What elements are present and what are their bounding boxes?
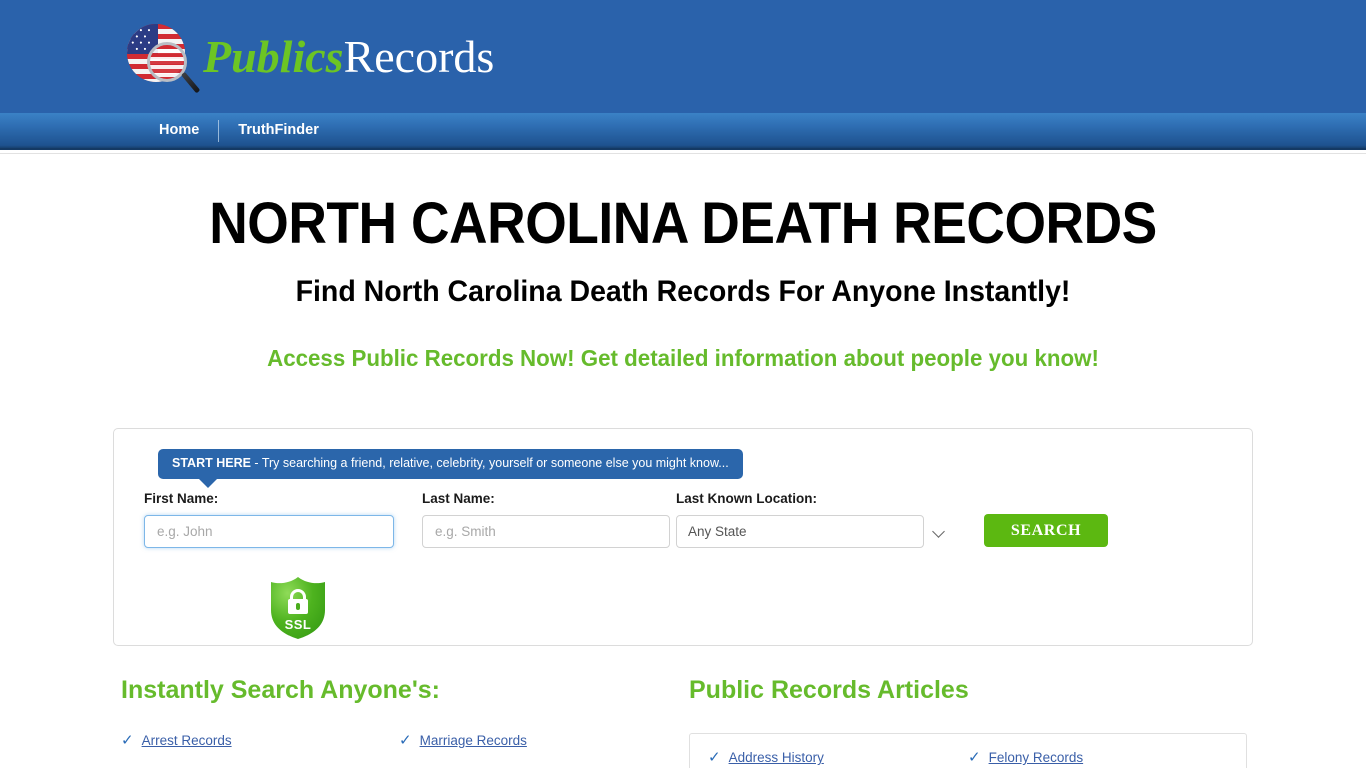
chevron-down-icon: [932, 525, 945, 538]
nav-item-home[interactable]: Home: [140, 123, 218, 138]
location-group: Last Known Location: Any State: [676, 491, 954, 548]
location-select[interactable]: Any State: [676, 515, 924, 548]
ssl-badge: SSL: [269, 577, 327, 639]
page-title: NORTH CAROLINA DEATH RECORDS: [209, 191, 1157, 256]
start-here-tooltip: START HERE - Try searching a friend, rel…: [158, 449, 743, 488]
bottom-columns: Instantly Search Anyone's: ✓ Arrest Reco…: [107, 676, 1259, 768]
nav-item-truthfinder[interactable]: TruthFinder: [219, 123, 338, 138]
articles-box: ✓ Address History ✓ Felony Records: [689, 733, 1247, 768]
instantly-search-column: Instantly Search Anyone's: ✓ Arrest Reco…: [107, 676, 677, 768]
check-icon: ✓: [121, 732, 134, 749]
articles-column: Public Records Articles ✓ Address Histor…: [677, 676, 1247, 768]
articles-heading: Public Records Articles: [689, 676, 969, 704]
logo-text-publics: Publics: [203, 31, 344, 82]
search-panel: START HERE - Try searching a friend, rel…: [113, 428, 1253, 646]
first-name-group: First Name:: [144, 491, 422, 548]
link-address-history[interactable]: Address History: [729, 750, 824, 765]
list-item[interactable]: ✓ Arrest Records: [121, 733, 399, 748]
articles-links: ✓ Address History ✓ Felony Records: [708, 750, 1228, 768]
instantly-search-heading: Instantly Search Anyone's:: [121, 676, 440, 704]
check-icon: ✓: [708, 749, 721, 766]
first-name-input[interactable]: [144, 515, 394, 548]
link-arrest-records[interactable]: Arrest Records: [142, 733, 232, 748]
last-name-label: Last Name:: [422, 491, 495, 506]
list-item[interactable]: ✓ Felony Records: [968, 750, 1228, 765]
lock-icon-body: [288, 599, 308, 614]
location-label: Last Known Location:: [676, 491, 817, 506]
search-button-group: SEARCH: [984, 514, 1108, 548]
main-navigation: Home TruthFinder: [0, 113, 1366, 150]
site-header: PublicsRecords: [0, 0, 1366, 113]
list-item[interactable]: ✓ Marriage Records: [399, 733, 677, 748]
page-tagline: Access Public Records Now! Get detailed …: [267, 345, 1099, 371]
us-flag-magnifier-icon: [125, 20, 201, 94]
list-item[interactable]: ✓ Address History: [708, 750, 968, 765]
logo-text: PublicsRecords: [203, 34, 494, 80]
link-felony-records[interactable]: Felony Records: [989, 750, 1084, 765]
search-fields: First Name: Last Name: Last Known Locati…: [144, 491, 1232, 548]
check-icon: ✓: [399, 732, 412, 749]
last-name-group: Last Name:: [422, 491, 676, 548]
site-logo[interactable]: PublicsRecords: [125, 20, 494, 94]
first-name-label: First Name:: [144, 491, 219, 506]
tooltip-bold-text: START HERE: [172, 456, 251, 470]
nav-divider: [218, 119, 220, 142]
ssl-label: SSL: [284, 617, 312, 632]
last-name-input[interactable]: [422, 515, 670, 548]
shield-icon: SSL: [269, 577, 327, 639]
tooltip-rest-text: - Try searching a friend, relative, cele…: [250, 456, 729, 470]
check-icon: ✓: [968, 749, 981, 766]
page-subtitle: Find North Carolina Death Records For An…: [295, 275, 1071, 308]
location-select-wrap: Any State: [676, 515, 954, 548]
instantly-search-links: ✓ Arrest Records ✓ Marriage Records: [121, 733, 677, 768]
hero-section: NORTH CAROLINA DEATH RECORDS Find North …: [0, 154, 1366, 372]
search-button[interactable]: SEARCH: [984, 514, 1108, 547]
magnifier-handle-icon: [181, 71, 201, 94]
logo-text-records: Records: [343, 31, 495, 82]
link-marriage-records[interactable]: Marriage Records: [420, 733, 527, 748]
